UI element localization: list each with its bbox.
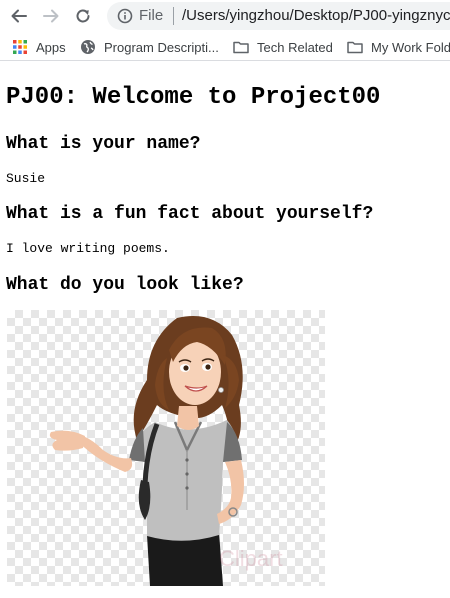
answer-name-text: Susie bbox=[6, 171, 46, 186]
bookmark-label: My Work Fold bbox=[371, 39, 450, 55]
browser-toolbar: File /Users/yingzhou/Desktop/PJ00-yingzn… bbox=[0, 0, 450, 32]
address-bar[interactable]: File /Users/yingzhou/Desktop/PJ00-yingzn… bbox=[107, 2, 450, 30]
reload-icon bbox=[76, 9, 90, 23]
url-scheme-label: File bbox=[139, 7, 164, 24]
folder-icon bbox=[347, 41, 363, 54]
question-fun-fact-heading: What is a fun fact about yourself? bbox=[6, 204, 374, 224]
image-watermark: Clipart bbox=[219, 546, 283, 571]
bookmark-label: Apps bbox=[36, 39, 66, 55]
reload-button[interactable] bbox=[72, 5, 94, 27]
answer-fun-fact-text: I love writing poems. bbox=[6, 241, 170, 256]
question-appearance-heading: What do you look like? bbox=[6, 275, 244, 295]
avatar-image: Clipart bbox=[7, 310, 325, 586]
bookmark-label: Tech Related bbox=[257, 39, 333, 55]
question-name-heading: What is your name? bbox=[6, 134, 201, 154]
back-arrow-icon bbox=[11, 9, 27, 23]
bookmark-my-work-folder[interactable]: My Work Fold bbox=[347, 38, 450, 56]
page-title: PJ00: Welcome to Project00 bbox=[6, 84, 381, 111]
apps-grid-icon bbox=[13, 40, 27, 54]
bookmarks-bar: Apps Program Descripti... Tech Related M… bbox=[0, 33, 450, 61]
bookmark-label: Program Descripti... bbox=[104, 39, 219, 55]
info-icon[interactable] bbox=[117, 8, 133, 24]
url-separator bbox=[173, 7, 174, 25]
bookmark-apps[interactable]: Apps bbox=[12, 38, 66, 56]
page-content: PJ00: Welcome to Project00 What is your … bbox=[0, 62, 450, 598]
back-button[interactable] bbox=[8, 5, 30, 27]
bookmark-program-description[interactable]: Program Descripti... bbox=[80, 38, 219, 56]
woman-cartoon-illustration bbox=[49, 316, 244, 586]
url-text[interactable]: /Users/yingzhou/Desktop/PJ00-yingznyc bbox=[182, 7, 450, 24]
globe-icon bbox=[81, 40, 95, 54]
bookmark-tech-related[interactable]: Tech Related bbox=[233, 38, 333, 56]
folder-icon bbox=[233, 41, 249, 54]
forward-button[interactable] bbox=[40, 5, 62, 27]
forward-arrow-icon bbox=[43, 9, 59, 23]
